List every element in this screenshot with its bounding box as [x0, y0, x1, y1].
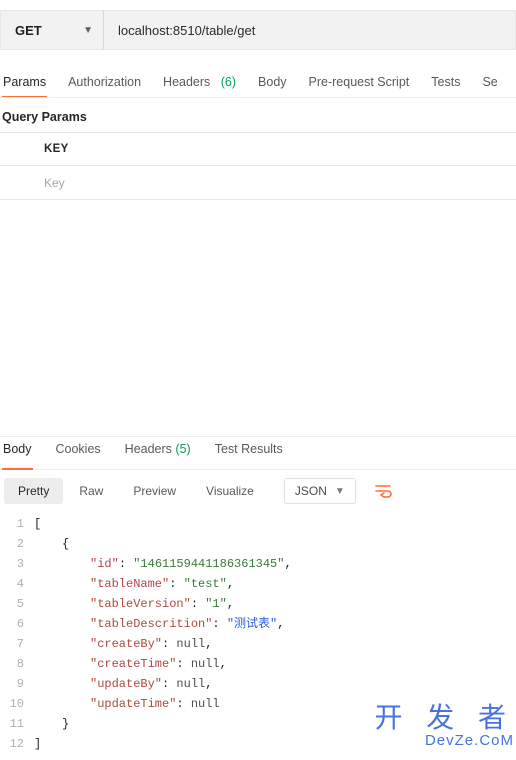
tab-params[interactable]: Params [2, 75, 47, 97]
view-pretty-button[interactable]: Pretty [4, 478, 63, 504]
body-format-select[interactable]: JSON ▼ [284, 478, 356, 504]
response-body-viewer[interactable]: 123456789101112 [{"id": "146115944118636… [0, 512, 516, 760]
row-checkbox[interactable] [0, 176, 34, 189]
query-params-checkbox-header [0, 143, 34, 156]
response-body-toolbar: Pretty Raw Preview Visualize JSON ▼ [0, 470, 516, 512]
query-params-title: Query Params [0, 98, 516, 132]
view-raw-button[interactable]: Raw [65, 478, 117, 504]
view-visualize-button[interactable]: Visualize [192, 478, 268, 504]
request-url-bar: GET ▼ localhost:8510/table/get [0, 10, 516, 50]
tab-tests[interactable]: Tests [430, 75, 461, 97]
tab-body[interactable]: Body [257, 75, 288, 97]
response-body-code: [{"id": "1461159441186361345","tableName… [34, 514, 516, 754]
response-tab-tests[interactable]: Test Results [214, 437, 284, 469]
response-tab-cookies[interactable]: Cookies [55, 437, 102, 469]
wrap-lines-button[interactable] [370, 478, 398, 504]
http-method-value: GET [15, 23, 42, 38]
response-headers-count: (5) [175, 442, 190, 456]
query-params-header-row: KEY [0, 133, 516, 166]
tab-headers[interactable]: Headers (6) [162, 75, 237, 97]
tab-settings[interactable]: Se [481, 75, 498, 97]
response-tab-body[interactable]: Body [2, 437, 33, 469]
chevron-down-icon: ▼ [83, 25, 93, 36]
request-headers-count: (6) [221, 75, 236, 89]
tab-prerequest[interactable]: Pre-request Script [308, 75, 411, 97]
http-method-select[interactable]: GET ▼ [0, 10, 104, 50]
request-tabs: Params Authorization Headers (6) Body Pr… [0, 64, 516, 98]
body-format-value: JSON [295, 484, 327, 498]
key-input-placeholder[interactable]: Key [34, 176, 516, 190]
response-tabs: Body Cookies Headers (5) Test Results [0, 436, 516, 470]
body-view-mode-group: Pretty Raw Preview Visualize [4, 478, 268, 504]
request-url-value: localhost:8510/table/get [118, 23, 255, 38]
line-number-gutter: 123456789101112 [0, 514, 34, 754]
request-url-input[interactable]: localhost:8510/table/get [104, 10, 516, 50]
key-column-header: KEY [34, 143, 516, 155]
wrap-icon [375, 484, 393, 498]
empty-space [0, 200, 516, 436]
response-tab-headers[interactable]: Headers (5) [124, 437, 192, 469]
query-params-empty-row[interactable]: Key [0, 166, 516, 199]
chevron-down-icon: ▼ [335, 486, 345, 497]
view-preview-button[interactable]: Preview [119, 478, 190, 504]
tab-authorization[interactable]: Authorization [67, 75, 142, 97]
query-params-table: KEY Key [0, 132, 516, 200]
